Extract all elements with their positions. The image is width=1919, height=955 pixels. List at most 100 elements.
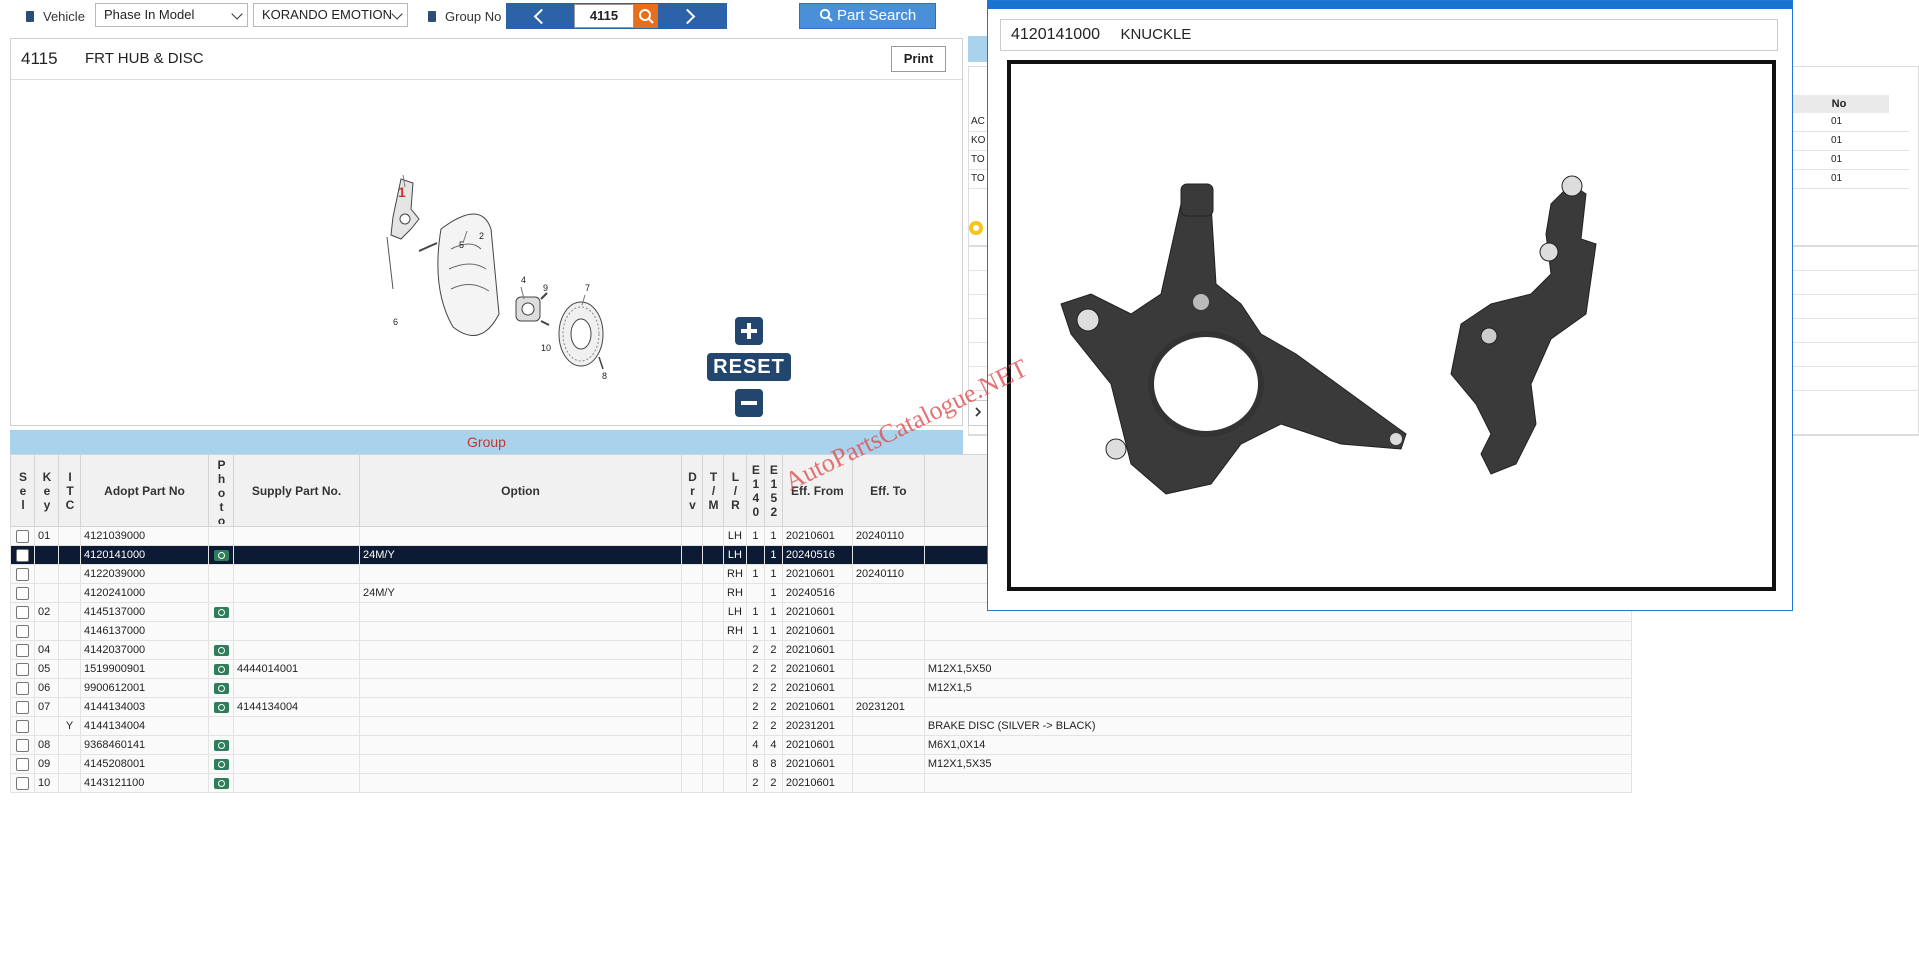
table-row[interactable]: 4146137000 RH 1 1 20210601	[10, 621, 1632, 641]
callout-6[interactable]: 6	[393, 317, 398, 327]
cell-tm	[702, 773, 724, 793]
col-eff-to[interactable]: Eff. To	[851, 454, 925, 527]
row-checkbox[interactable]	[16, 719, 29, 733]
camera-icon[interactable]	[213, 777, 229, 789]
camera-icon[interactable]	[213, 758, 229, 770]
camera-icon[interactable]	[213, 644, 229, 656]
cell-key: 05	[34, 659, 59, 679]
callout-5[interactable]: 5	[459, 240, 464, 250]
row-checkbox[interactable]	[16, 776, 29, 790]
cell-option	[359, 621, 682, 641]
camera-icon[interactable]	[213, 606, 229, 618]
print-button[interactable]: Print	[891, 46, 946, 72]
row-checkbox[interactable]	[16, 567, 29, 581]
cell-photo	[208, 545, 234, 565]
cell-adopt-part-no: 4120241000	[80, 583, 209, 603]
phase-select[interactable]: Phase In Model	[95, 3, 248, 27]
cell-e152: 1	[763, 621, 783, 641]
cell-e152: 1	[763, 545, 783, 565]
reset-zoom-button[interactable]: RESET	[707, 353, 791, 381]
cell-adopt-part-no: 9368460141	[80, 735, 209, 755]
cell-e152: 1	[763, 602, 783, 622]
cell-tm	[702, 545, 724, 565]
group-lookup-button[interactable]	[634, 4, 658, 28]
row-checkbox[interactable]	[16, 548, 29, 562]
next-group-button[interactable]	[670, 3, 710, 29]
row-checkbox[interactable]	[16, 757, 29, 771]
cell-adopt-part-no: 4146137000	[80, 621, 209, 641]
cell-sel	[10, 602, 35, 622]
cell-supply-part-no	[233, 602, 360, 622]
cell-e152: 1	[763, 526, 783, 546]
side-row-no: 01	[1831, 173, 1843, 184]
cell-eff-to	[851, 583, 925, 603]
part-search-button[interactable]: Part Search	[799, 3, 936, 29]
col-adopt-part-no[interactable]: Adopt Part No	[80, 454, 209, 527]
row-checkbox[interactable]	[16, 738, 29, 752]
row-checkbox[interactable]	[16, 662, 29, 676]
col-option[interactable]: Option	[359, 454, 682, 527]
row-checkbox[interactable]	[16, 643, 29, 657]
row-checkbox[interactable]	[16, 700, 29, 714]
cell-drv	[681, 754, 703, 774]
col-itc: ITC	[58, 454, 81, 527]
group-no-input[interactable]: 4115	[574, 4, 634, 28]
row-checkbox[interactable]	[16, 529, 29, 543]
row-checkbox[interactable]	[16, 586, 29, 600]
callout-2[interactable]: 2	[479, 231, 484, 241]
radio-icon[interactable]	[968, 220, 984, 236]
cell-key: 02	[34, 602, 59, 622]
cell-supply-part-no	[233, 564, 360, 584]
cell-supply-part-no	[233, 716, 360, 736]
modal-title-bar[interactable]	[988, 1, 1792, 9]
cell-tm	[702, 602, 724, 622]
cell-photo	[208, 640, 234, 660]
table-row[interactable]: 07 4144134003 4144134004 2 2 20210601 20231201	[10, 697, 1632, 717]
table-row[interactable]: 09 4145208001 8 8 20210601 M12X1,5X35	[10, 754, 1632, 774]
camera-icon[interactable]	[213, 682, 229, 694]
callout-7[interactable]: 7	[585, 283, 590, 293]
table-row[interactable]: 05 1519900901 4444014001 2 2 20210601 M12X1,5X…	[10, 659, 1632, 679]
exploded-parts-diagram[interactable]: 1 2 4 5 6 7 8 9 10	[371, 139, 621, 389]
row-checkbox[interactable]	[16, 605, 29, 619]
callout-1[interactable]: 1	[398, 184, 406, 200]
callout-4[interactable]: 4	[521, 275, 526, 285]
callout-9[interactable]: 9	[543, 283, 548, 293]
callout-8[interactable]: 8	[602, 371, 607, 381]
col-supply-part-no[interactable]: Supply Part No.	[233, 454, 360, 527]
part-photo-modal: 4120141000 KNUCKLE	[987, 0, 1793, 611]
cell-e140: 1	[745, 621, 765, 641]
cell-option	[359, 640, 682, 660]
col-sel: Sel	[10, 454, 35, 527]
cell-option	[359, 754, 682, 774]
cell-eff-to: 20240110	[851, 526, 925, 546]
table-row[interactable]: 06 9900612001 2 2 20210601 M12X1,5	[10, 678, 1632, 698]
cell-drv	[681, 602, 703, 622]
callout-10[interactable]: 10	[541, 343, 551, 353]
camera-icon[interactable]	[213, 663, 229, 675]
camera-icon[interactable]	[213, 701, 229, 713]
camera-icon[interactable]	[213, 549, 229, 561]
modal-part-name: KNUCKLE	[1120, 26, 1192, 43]
table-row[interactable]: 04 4142037000 2 2 20210601	[10, 640, 1632, 660]
cell-sel	[10, 735, 35, 755]
cell-e152: 1	[763, 583, 783, 603]
cell-sel	[10, 678, 35, 698]
cell-e140: 1	[745, 526, 765, 546]
model-select[interactable]: KORANDO EMOTION	[253, 3, 408, 27]
table-row[interactable]: 08 9368460141 4 4 20210601 M6X1,0X14	[10, 735, 1632, 755]
cell-adopt-part-no: 4121039000	[80, 526, 209, 546]
zoom-out-button[interactable]	[735, 389, 763, 417]
side-row-code: AC	[971, 116, 985, 127]
cell-itc	[58, 526, 81, 546]
cell-tm	[702, 678, 724, 698]
zoom-in-button[interactable]	[735, 317, 763, 345]
table-row[interactable]: 10 4143121100 2 2 20210601	[10, 773, 1632, 793]
cell-tm	[702, 583, 724, 603]
cell-tm	[702, 621, 724, 641]
camera-icon[interactable]	[213, 739, 229, 751]
table-row[interactable]: Y 4144134004 2 2 20231201 BRAKE DISC (SILVER …	[10, 716, 1632, 736]
row-checkbox[interactable]	[16, 681, 29, 695]
prev-group-button[interactable]	[520, 3, 560, 29]
row-checkbox[interactable]	[16, 624, 29, 638]
